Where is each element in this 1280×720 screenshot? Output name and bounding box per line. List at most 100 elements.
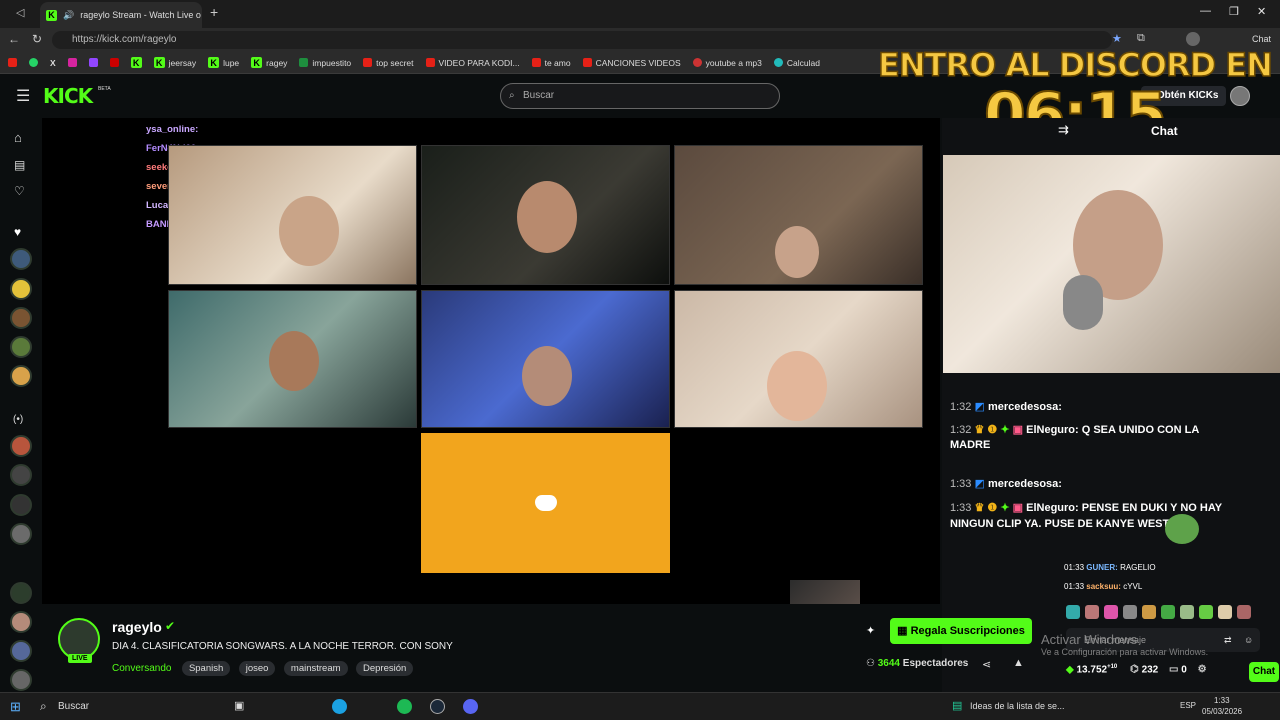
tag[interactable]: Spanish [181, 661, 231, 676]
live-channels-icon[interactable]: (•) [13, 414, 23, 425]
heart-icon[interactable]: ♥ [14, 225, 21, 239]
spotify-icon[interactable] [397, 699, 412, 714]
stream-title: DIA 4. CLASIFICATORIA SONGWARS. A LA NOC… [112, 641, 453, 652]
browser-tab[interactable]: K 🔊 rageylo Stream - Watch Live o ✕ [40, 2, 202, 28]
sidebar-channel-avatar[interactable] [10, 307, 32, 329]
bookmark-twitch[interactable] [88, 58, 98, 67]
sidebar-channel-avatar[interactable] [10, 464, 32, 486]
kick-sidebar: ⌂ ▤ ♡ ♥ (•) [0, 118, 42, 692]
bookmark-x[interactable]: X [50, 58, 56, 68]
pepe-emote-icon [1165, 514, 1199, 544]
points-count: 232 [1141, 664, 1159, 676]
settings-gear-icon[interactable]: ⚙ [1198, 664, 1207, 675]
emote-bar[interactable] [1066, 605, 1262, 621]
tag[interactable]: mainstream [283, 661, 348, 676]
search-icon: ⌕ [509, 90, 515, 101]
channel-name[interactable]: rageylo [112, 619, 162, 635]
profile-avatar[interactable] [1186, 32, 1200, 46]
bookmark-ragey[interactable]: Kragey [251, 57, 287, 68]
refresh-icon[interactable]: ↻ [32, 32, 42, 46]
sidebar-toggle-icon[interactable]: ◁ [16, 6, 24, 19]
bookmark-top-secret[interactable]: top secret [363, 58, 414, 68]
notification-text[interactable]: Ideas de la lista de se... [970, 701, 1065, 711]
emote-icon [1199, 605, 1213, 619]
maximize-icon[interactable]: ❐ [1229, 5, 1239, 18]
bookmark-video-kodi[interactable]: VIDEO PARA KODI... [425, 58, 520, 68]
search-input[interactable]: ⌕ Buscar [500, 83, 780, 109]
gift-subs-button[interactable]: ▦ Regala Suscripciones [890, 618, 1032, 644]
bookmark-youtube[interactable] [8, 58, 17, 67]
category-link[interactable]: Conversando [112, 663, 171, 674]
report-icon[interactable]: ▲ [1013, 657, 1024, 669]
home-icon[interactable]: ⌂ [14, 130, 22, 145]
clock-date[interactable]: 05/03/2026 [1202, 707, 1242, 716]
emote-icon [1123, 605, 1137, 619]
browse-icon[interactable]: ▤ [14, 158, 25, 172]
new-tab-icon[interactable]: + [210, 4, 218, 20]
kicks-emote-icon[interactable]: ⇄ [1224, 628, 1232, 652]
windows-start-icon[interactable]: ⊞ [10, 699, 21, 715]
language-indicator[interactable]: ESP [1180, 701, 1196, 710]
discord-taskbar-icon[interactable] [463, 699, 478, 714]
sidebar-channel-avatar[interactable] [10, 494, 32, 516]
sidebar-channel-avatar[interactable] [10, 248, 32, 270]
sidebar-channel-avatar[interactable] [10, 582, 32, 604]
crown-badge-icon: ♛ [974, 424, 985, 436]
taskbar-search-icon[interactable]: ⌕ [40, 699, 47, 714]
sparkle-icon[interactable]: ✦ [866, 624, 875, 637]
kick-logo[interactable]: KICK [43, 84, 93, 108]
chat-badge-icon: ◩ [974, 478, 985, 490]
sidebar-channel-avatar[interactable] [10, 611, 32, 633]
bookmark-kick[interactable]: K [130, 57, 142, 68]
sidebar-channel-avatar[interactable] [10, 278, 32, 300]
bookmark-impuestito[interactable]: impuestito [299, 58, 351, 68]
chat-send-button[interactable]: Chat [1249, 662, 1279, 682]
following-icon[interactable]: ♡ [14, 184, 25, 198]
sidebar-channel-avatar[interactable] [10, 365, 32, 387]
chat-message: 1:32 ◩ mercedesosa: [950, 401, 1062, 413]
chat-collapse-icon[interactable]: ⇉ [1058, 122, 1069, 138]
task-view-icon[interactable]: ▣ [234, 699, 244, 712]
streamer-face [522, 346, 572, 406]
bookmark-whatsapp[interactable] [29, 58, 38, 67]
close-window-icon[interactable]: ✕ [1257, 5, 1266, 18]
sidebar-channel-avatar[interactable] [10, 669, 32, 691]
share-icon[interactable]: ⋖ [982, 658, 991, 671]
sidebar-channel-avatar[interactable] [10, 336, 32, 358]
chat-header-title: Chat [1151, 124, 1178, 138]
chat-message-small: 01:33 GUNER: RAGELIO [1064, 563, 1156, 572]
clock-time[interactable]: 1:33 [1214, 696, 1230, 705]
kicks-balance: 13.752 [1076, 664, 1108, 676]
chat-message: 1:32 ♛ ❶ ✦ ▣ ElNeguro: Q SEA UNIDO CON L… [950, 424, 1199, 451]
steam-icon[interactable] [430, 699, 445, 714]
gift-icon: ▦ [897, 625, 908, 637]
user-avatar[interactable] [1230, 86, 1250, 106]
extensions-icon[interactable]: ⧉ [1137, 32, 1145, 45]
bookmark-lupe[interactable]: Klupe [208, 57, 239, 68]
favorite-star-icon[interactable]: ★ [1112, 32, 1122, 45]
back-icon[interactable]: ← [8, 32, 20, 46]
emoji-icon[interactable]: ☺ [1244, 628, 1253, 652]
video-player[interactable]: ysa_online: FerN4Nd00 seekorsito sevento… [42, 118, 940, 646]
notification-icon[interactable]: ▤ [952, 699, 962, 712]
bookmark-red[interactable] [109, 58, 119, 67]
bookmark-canciones[interactable]: CANCIONES VIDEOS [582, 58, 681, 68]
bookmark-youtube-mp3[interactable]: youtube a mp3 [692, 58, 762, 68]
sidebar-channel-avatar[interactable] [10, 523, 32, 545]
bookmark-jeersay[interactable]: Kjeersay [153, 57, 196, 68]
tag[interactable]: joseo [238, 661, 276, 676]
edge-icon[interactable] [332, 699, 347, 714]
copilot-chat-button[interactable]: Chat [1252, 34, 1271, 44]
bookmark-calculadora[interactable]: Calculad [773, 58, 820, 68]
bookmark-instagram[interactable] [67, 58, 77, 67]
discord-panel [421, 433, 670, 573]
menu-icon[interactable]: ☰ [16, 86, 30, 106]
taskbar-search[interactable]: Buscar [58, 701, 89, 712]
emote-icon [1161, 605, 1175, 619]
sidebar-channel-avatar[interactable] [10, 435, 32, 457]
bookmark-te-amo[interactable]: te amo [531, 58, 571, 68]
minimize-icon[interactable]: — [1200, 5, 1211, 17]
sidebar-channel-avatar[interactable] [10, 640, 32, 662]
tag[interactable]: Depresión [355, 661, 414, 676]
streamer-face [767, 351, 827, 421]
